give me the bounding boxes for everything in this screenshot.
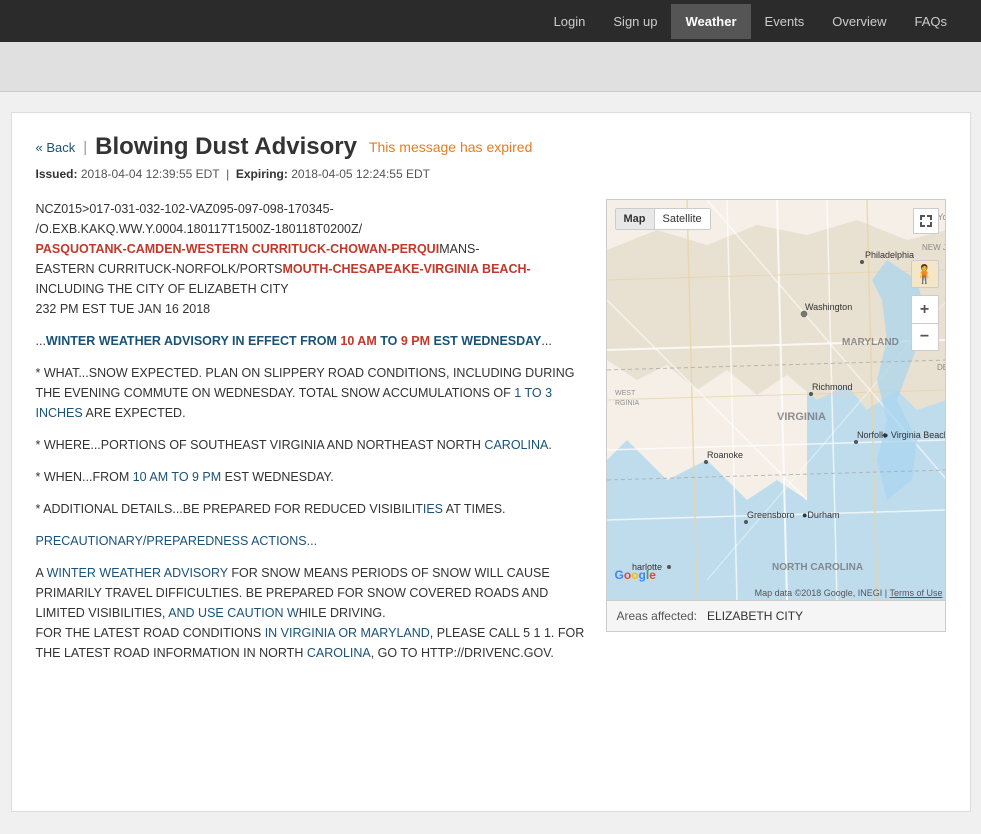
content-layout: NCZ015>017-031-032-102-VAZ095-097-098-17…: [36, 199, 946, 675]
map-container: Philadelphia Washington Richmond Roanoke…: [606, 199, 946, 632]
breadcrumb: « Back | Blowing Dust Advisory This mess…: [36, 133, 946, 161]
svg-text:●Durham: ●Durham: [802, 510, 839, 520]
map-section: Philadelphia Washington Richmond Roanoke…: [606, 199, 946, 675]
nav-signup[interactable]: Sign up: [599, 4, 671, 39]
breadcrumb-separator: |: [83, 139, 87, 156]
advisory-body: NCZ015>017-031-032-102-VAZ095-097-098-17…: [36, 199, 586, 675]
nav-overview[interactable]: Overview: [818, 4, 900, 39]
svg-text:NEW JERSEY: NEW JERSEY: [922, 243, 946, 252]
map-view-button[interactable]: Map: [616, 209, 655, 229]
svg-text:Greensboro: Greensboro: [747, 510, 795, 520]
zoom-out-button[interactable]: −: [911, 323, 939, 351]
advisory-para5: * ADDITIONAL DETAILS...BE PREPARED FOR R…: [36, 499, 586, 519]
advisory-para2: * WHAT...SNOW EXPECTED. PLAN ON SLIPPERY…: [36, 363, 586, 423]
svg-text:WEST: WEST: [615, 390, 636, 397]
advisory-title: Blowing Dust Advisory: [95, 133, 357, 161]
fullscreen-button[interactable]: [913, 208, 939, 234]
issued-label: Issued:: [36, 167, 78, 181]
advisory-para1: ...WINTER WEATHER ADVISORY IN EFFECT FRO…: [36, 331, 586, 351]
meta-info: Issued: 2018-04-04 12:39:55 EDT | Expiri…: [36, 167, 946, 181]
back-link[interactable]: « Back: [36, 140, 76, 155]
nav-faqs[interactable]: FAQs: [900, 4, 961, 39]
navbar: Login Sign up Weather Events Overview FA…: [0, 0, 981, 42]
precautionary-link[interactable]: PRECAUTIONARY/PREPAREDNESS ACTIONS...: [36, 534, 318, 548]
areas-affected: Areas affected: ELIZABETH CITY: [607, 600, 945, 631]
svg-text:MARYLAND: MARYLAND: [842, 337, 899, 348]
nav-login[interactable]: Login: [540, 4, 600, 39]
advisory-para4: * WHEN...FROM 10 AM TO 9 PM EST WEDNESDA…: [36, 467, 586, 487]
svg-text:DELAWARE: DELAWARE: [937, 363, 946, 372]
svg-text:Roanoke: Roanoke: [707, 450, 743, 460]
map-zoom: + −: [911, 295, 939, 351]
svg-text:Richmond: Richmond: [812, 382, 853, 392]
code-block: NCZ015>017-031-032-102-VAZ095-097-098-17…: [36, 199, 586, 319]
nav-weather[interactable]: Weather: [671, 4, 750, 39]
advisory-para3: * WHERE...PORTIONS OF SOUTHEAST VIRGINIA…: [36, 435, 586, 455]
areas-affected-value: ELIZABETH CITY: [707, 609, 803, 623]
svg-text:Philadelphia: Philadelphia: [865, 250, 914, 260]
precautionary-section: PRECAUTIONARY/PREPAREDNESS ACTIONS...: [36, 531, 586, 551]
svg-text:NORTH CAROLINA: NORTH CAROLINA: [772, 562, 863, 573]
map-area[interactable]: Philadelphia Washington Richmond Roanoke…: [607, 200, 946, 600]
svg-text:RGINIA: RGINIA: [615, 400, 639, 407]
issued-value: 2018-04-04 12:39:55 EDT: [81, 167, 220, 181]
map-controls: Map Satellite: [615, 208, 711, 230]
terms-link[interactable]: Terms of Use: [889, 588, 942, 598]
zoom-in-button[interactable]: +: [911, 295, 939, 323]
svg-text:Norfolk: Norfolk: [857, 430, 886, 440]
advisory-para6: A WINTER WEATHER ADVISORY FOR SNOW MEANS…: [36, 563, 586, 663]
satellite-view-button[interactable]: Satellite: [655, 209, 710, 229]
streetview-button[interactable]: 🧍: [911, 260, 939, 288]
map-data-text: Map data ©2018 Google, INEGI | Terms of …: [755, 588, 943, 598]
svg-text:Washington: Washington: [805, 302, 852, 312]
expiring-label: Expiring:: [236, 167, 288, 181]
expiring-value: 2018-04-05 12:24:55 EDT: [291, 167, 430, 181]
areas-affected-label: Areas affected:: [617, 609, 698, 623]
expired-badge: This message has expired: [369, 139, 532, 155]
main-content: « Back | Blowing Dust Advisory This mess…: [11, 112, 971, 812]
subbar: [0, 42, 981, 92]
svg-text:VIRGINIA: VIRGINIA: [777, 411, 826, 423]
nav-events[interactable]: Events: [751, 4, 819, 39]
svg-text:● Virginia Beach: ● Virginia Beach: [883, 430, 946, 440]
google-logo: Google: [615, 568, 656, 582]
